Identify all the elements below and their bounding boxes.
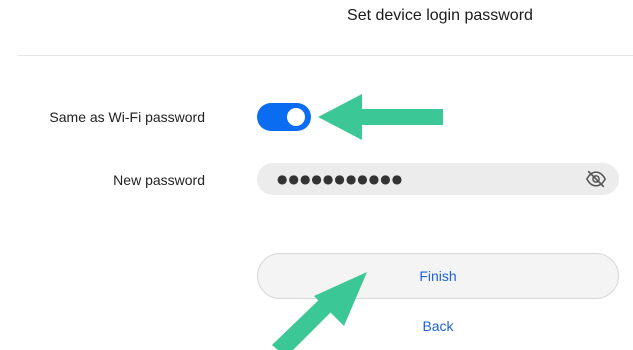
toggle-pointer-arrow-icon	[318, 94, 443, 140]
new-password-value: ●●●●●●●●●●●	[277, 172, 404, 186]
new-password-field[interactable]: ●●●●●●●●●●●	[257, 163, 619, 195]
toggle-knob	[287, 108, 305, 126]
finish-button[interactable]: Finish	[257, 253, 619, 299]
page-title: Set device login password	[347, 7, 533, 24]
same-as-wifi-toggle[interactable]	[257, 103, 311, 131]
same-as-wifi-label: Same as Wi-Fi password	[49, 109, 205, 125]
header-divider	[18, 55, 633, 56]
back-link[interactable]: Back	[257, 318, 619, 334]
new-password-label: New password	[113, 172, 205, 188]
eye-slash-icon[interactable]	[585, 169, 607, 189]
